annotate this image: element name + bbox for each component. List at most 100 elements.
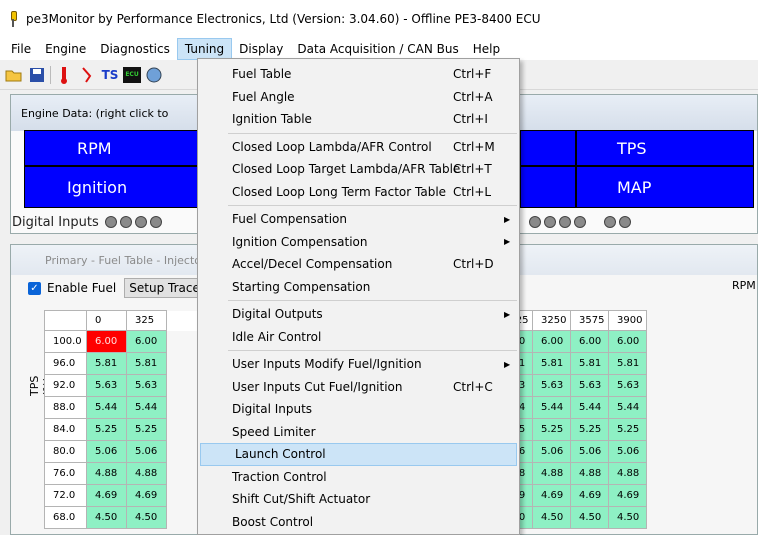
table-cell[interactable]: 6.00 (86, 330, 127, 353)
rpm-axis-label: RPM (732, 279, 756, 292)
menu-item-closed-loop-target-lambda-afr-table[interactable]: Closed Loop Target Lambda/AFR Table Ctrl+… (198, 158, 519, 181)
table-cell[interactable]: 5.25 (532, 418, 571, 441)
row-header: 92.0 (44, 374, 87, 397)
menu-item-shortcut: Ctrl+M (453, 139, 495, 154)
table-cell[interactable]: 5.06 (86, 440, 127, 463)
menu-help[interactable]: Help (466, 38, 507, 60)
table-cell[interactable]: 4.88 (86, 462, 127, 485)
table-cell[interactable]: 5.81 (608, 352, 647, 375)
table-cell[interactable]: 5.63 (86, 374, 127, 397)
table-cell[interactable]: 5.81 (86, 352, 127, 375)
menu-item-fuel-compensation[interactable]: Fuel Compensation ▶ (198, 208, 519, 231)
table-cell[interactable]: 5.44 (608, 396, 647, 419)
menu-item-user-inputs-cut-fuel-ignition[interactable]: User Inputs Cut Fuel/Ignition Ctrl+C (198, 376, 519, 399)
menu-item-digital-outputs[interactable]: Digital Outputs ▶ (198, 303, 519, 326)
menu-item-ignition-table[interactable]: Ignition Table Ctrl+I (198, 108, 519, 131)
menu-item-speed-limiter[interactable]: Speed Limiter (198, 421, 519, 444)
table-cell[interactable]: 5.63 (608, 374, 647, 397)
table-cell[interactable]: 5.06 (126, 440, 167, 463)
menu-item-shift-cut-shift-actuator[interactable]: Shift Cut/Shift Actuator (198, 488, 519, 511)
menu-item-closed-loop-lambda-afr-control[interactable]: Closed Loop Lambda/AFR Control Ctrl+M (198, 136, 519, 159)
ignition-cell: Ignition (24, 166, 198, 208)
menu-item-boost-control[interactable]: Boost Control (198, 511, 519, 534)
table-cell[interactable]: 5.81 (532, 352, 571, 375)
table-cell[interactable]: 5.25 (126, 418, 167, 441)
table-cell[interactable]: 6.00 (126, 330, 167, 353)
table-cell[interactable]: 4.69 (532, 484, 571, 507)
table-cell[interactable]: 4.88 (532, 462, 571, 485)
menu-separator (228, 205, 517, 206)
table-cell[interactable]: 4.88 (608, 462, 647, 485)
table-cell[interactable]: 4.50 (532, 506, 571, 529)
table-cell[interactable]: 4.69 (86, 484, 127, 507)
table-cell[interactable]: 6.00 (608, 330, 647, 353)
menu-engine[interactable]: Engine (38, 38, 93, 60)
flame-icon[interactable] (54, 65, 74, 85)
menu-item-user-inputs-modify-fuel-ignition[interactable]: User Inputs Modify Fuel/Ignition ▶ (198, 353, 519, 376)
digital-input-indicator-icon (529, 216, 541, 228)
menu-item-digital-inputs[interactable]: Digital Inputs (198, 398, 519, 421)
open-folder-icon[interactable] (4, 65, 24, 85)
setup-trace-button[interactable]: Setup Trace (124, 278, 205, 298)
menu-tuning[interactable]: Tuning (176, 38, 233, 60)
menu-item-launch-control[interactable]: Launch Control (200, 443, 517, 466)
table-cell[interactable]: 5.25 (570, 418, 609, 441)
table-cell[interactable]: 4.69 (608, 484, 647, 507)
save-icon[interactable] (27, 65, 47, 85)
row-header: 68.0 (44, 506, 87, 529)
table-cell[interactable]: 6.00 (570, 330, 609, 353)
menu-item-shortcut: Ctrl+C (453, 379, 493, 394)
title-bar: pe3Monitor by Performance Electronics, L… (0, 0, 758, 38)
table-cell[interactable]: 5.06 (570, 440, 609, 463)
globe-icon[interactable] (144, 65, 164, 85)
table-cell[interactable]: 5.44 (86, 396, 127, 419)
table-cell[interactable]: 5.06 (532, 440, 571, 463)
row-header: 96.0 (44, 352, 87, 375)
table-cell[interactable]: 5.81 (126, 352, 167, 375)
table-cell[interactable]: 6.00 (532, 330, 571, 353)
menu-file[interactable]: File (4, 38, 38, 60)
menu-item-fuel-table[interactable]: Fuel Table Ctrl+F (198, 63, 519, 86)
menu-item-fuel-angle[interactable]: Fuel Angle Ctrl+A (198, 86, 519, 109)
menu-display[interactable]: Display (232, 38, 290, 60)
menu-item-closed-loop-long-term-factor-table[interactable]: Closed Loop Long Term Factor Table Ctrl+L (198, 181, 519, 204)
menu-item-label: Idle Air Control (232, 329, 322, 344)
menu-item-accel-decel-compensation[interactable]: Accel/Decel Compensation Ctrl+D (198, 253, 519, 276)
table-cell[interactable]: 5.44 (570, 396, 609, 419)
digital-input-indicator-icon (559, 216, 571, 228)
table-cell[interactable]: 5.44 (532, 396, 571, 419)
menu-data-acquisition[interactable]: Data Acquisition / CAN Bus (290, 38, 465, 60)
menu-item-label: User Inputs Modify Fuel/Ignition (232, 357, 422, 372)
table-cell[interactable]: 5.63 (570, 374, 609, 397)
table-cell[interactable]: 4.88 (126, 462, 167, 485)
digital-input-indicator-icon (574, 216, 586, 228)
table-cell[interactable]: 5.63 (126, 374, 167, 397)
table-cell[interactable]: 5.25 (86, 418, 127, 441)
digital-input-indicator-icon (149, 216, 162, 228)
menu-item-label: Ignition Table (232, 112, 312, 127)
menu-item-traction-control[interactable]: Traction Control (198, 466, 519, 489)
menu-diagnostics[interactable]: Diagnostics (93, 38, 177, 60)
menu-item-starting-compensation[interactable]: Starting Compensation (198, 276, 519, 299)
tuning-dropdown-menu: Fuel Table Ctrl+F Fuel Angle Ctrl+A Ignition… (197, 58, 520, 535)
table-cell[interactable]: 5.06 (608, 440, 647, 463)
table-cell[interactable]: 4.69 (570, 484, 609, 507)
table-cell[interactable]: 4.69 (126, 484, 167, 507)
ts-icon[interactable]: TS (100, 65, 120, 85)
table-cell[interactable]: 4.50 (608, 506, 647, 529)
menu-item-ignition-compensation[interactable]: Ignition Compensation ▶ (198, 231, 519, 254)
digital-inputs-row-right (526, 212, 631, 232)
enable-fuel-checkbox[interactable]: ✓ (28, 281, 41, 295)
ecu-icon[interactable]: ECU (123, 66, 141, 83)
menu-separator (228, 350, 517, 351)
table-cell[interactable]: 5.44 (126, 396, 167, 419)
menu-item-idle-air-control[interactable]: Idle Air Control (198, 326, 519, 349)
table-cell[interactable]: 5.25 (608, 418, 647, 441)
table-cell[interactable]: 5.81 (570, 352, 609, 375)
sensor-icon[interactable] (77, 65, 97, 85)
table-cell[interactable]: 4.50 (126, 506, 167, 529)
table-cell[interactable]: 4.88 (570, 462, 609, 485)
table-cell[interactable]: 4.50 (570, 506, 609, 529)
table-cell[interactable]: 5.63 (532, 374, 571, 397)
table-cell[interactable]: 4.50 (86, 506, 127, 529)
